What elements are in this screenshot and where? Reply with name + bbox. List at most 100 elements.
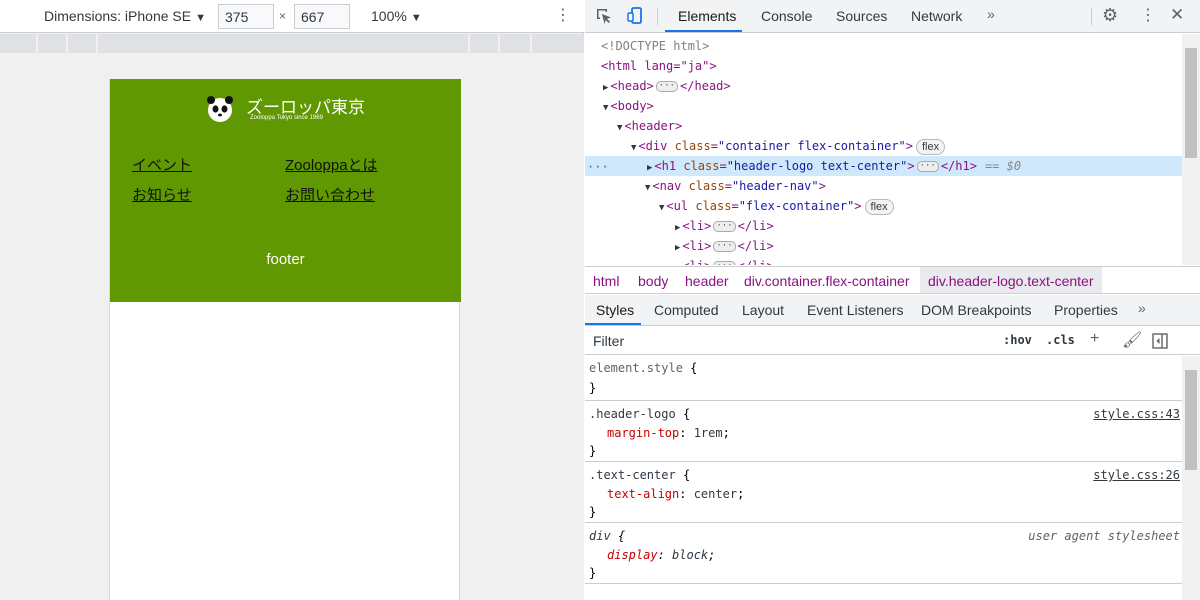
site-logo[interactable]: ズーロッパ東京 Zooloppa Tokyo since 1969 — [206, 93, 386, 127]
nav-link-event[interactable]: イベント — [132, 154, 192, 175]
ellipsis-badge[interactable]: ··· — [713, 221, 736, 232]
tab-elements[interactable]: Elements — [678, 8, 736, 24]
dom-scrollbar[interactable] — [1182, 34, 1200, 265]
dropdown-arrow-icon: ▼ — [410, 12, 422, 24]
more-tabs-icon[interactable]: » — [987, 6, 995, 22]
more-subtabs-icon[interactable]: » — [1138, 300, 1146, 316]
ruler-segment[interactable] — [470, 34, 500, 53]
dom-node-ul[interactable]: ▼ <ul class="flex-container"> flex — [659, 196, 894, 216]
nav-link-about[interactable]: Zooloppaとは — [285, 154, 378, 175]
tab-layout[interactable]: Layout — [742, 302, 784, 318]
tab-network[interactable]: Network — [911, 8, 962, 24]
breadcrumb-header[interactable]: header — [685, 273, 729, 289]
tab-event-listeners[interactable]: Event Listeners — [807, 302, 904, 318]
dom-node-li[interactable]: ▶<li>···</li> — [675, 216, 774, 236]
close-icon[interactable]: ✕ — [1170, 5, 1184, 25]
styles-filter-input[interactable] — [589, 330, 989, 352]
dimensions-select[interactable]: Dimensions: iPhone SE ▼ — [44, 8, 206, 24]
hover-state-button[interactable]: :hov — [1003, 333, 1032, 347]
inspect-element-icon[interactable] — [595, 7, 613, 25]
dom-node-header[interactable]: ▼ <header> — [617, 116, 682, 136]
flex-badge[interactable]: flex — [916, 139, 946, 155]
dom-node-li[interactable]: ▶<li>···</li> — [675, 236, 774, 256]
style-rule-div-ua[interactable]: div { user agent stylesheet display: blo… — [585, 524, 1182, 584]
breadcrumb-div-header-logo[interactable]: div.header-logo.text-center — [920, 267, 1102, 293]
device-viewport[interactable]: ズーロッパ東京 Zooloppa Tokyo since 1969 イベント Z… — [109, 79, 461, 600]
styles-scrollbar[interactable] — [1182, 356, 1200, 600]
tab-computed[interactable]: Computed — [654, 302, 719, 318]
ellipsis-badge[interactable]: ··· — [916, 161, 939, 172]
user-agent-stylesheet-label: user agent stylesheet — [1028, 529, 1180, 543]
more-options-icon[interactable]: ⋮ — [555, 5, 571, 25]
collapse-triangle-icon[interactable]: ▼ — [603, 103, 608, 113]
collapse-triangle-icon[interactable]: ▼ — [659, 203, 664, 213]
dom-node-doctype[interactable]: <!DOCTYPE html> — [601, 36, 709, 56]
scrollbar-thumb[interactable] — [1185, 48, 1197, 158]
settings-gear-icon[interactable]: ⚙ — [1102, 5, 1118, 26]
dom-node-head[interactable]: ▶ <head> ··· </head> — [603, 76, 731, 96]
dom-node-html[interactable]: <html lang="ja"> — [601, 56, 717, 76]
tab-sources[interactable]: Sources — [836, 8, 887, 24]
expand-triangle-icon[interactable]: ▶ — [675, 223, 680, 233]
media-query-ruler[interactable] — [0, 34, 584, 53]
breadcrumb-html[interactable]: html — [593, 273, 619, 289]
add-rule-icon[interactable]: + — [1090, 330, 1099, 348]
active-tab-indicator — [665, 30, 742, 32]
expand-triangle-icon[interactable]: ▶ — [647, 163, 652, 173]
tab-styles[interactable]: Styles — [596, 302, 634, 318]
footer-text: footer — [266, 251, 305, 268]
source-link[interactable]: style.css:43 — [1093, 404, 1180, 424]
paint-brush-icon[interactable]: 🖌 — [1122, 330, 1142, 350]
nav-link-contact[interactable]: お問い合わせ — [285, 184, 375, 205]
divider — [1091, 8, 1092, 25]
dom-node-li[interactable]: ▶<li>···</li> — [675, 256, 774, 265]
source-link[interactable]: style.css:26 — [1093, 465, 1180, 485]
tab-console[interactable]: Console — [761, 8, 812, 24]
panda-logo-icon — [207, 96, 233, 122]
collapse-triangle-icon[interactable]: ▼ — [631, 143, 636, 153]
style-rule-element[interactable]: element.style { } — [585, 356, 1182, 401]
class-toggle-button[interactable]: .cls — [1046, 333, 1075, 347]
device-emulation-pane: Dimensions: iPhone SE▼ × 100%▼ ⋮ — [0, 0, 584, 600]
expand-triangle-icon[interactable]: ▶ — [675, 263, 680, 265]
dom-node-div-container[interactable]: ▼ <div class="container flex-container"> f… — [631, 136, 946, 156]
device-toolbar-toggle-icon[interactable] — [627, 7, 645, 25]
ruler-segment[interactable] — [38, 34, 68, 53]
ruler-segment[interactable] — [68, 34, 98, 53]
styles-pane: element.style { } .header-logo { style.c… — [585, 356, 1182, 600]
expand-triangle-icon[interactable]: ▶ — [603, 83, 608, 93]
devtools-window: Dimensions: iPhone SE▼ × 100%▼ ⋮ — [0, 0, 1200, 600]
device-height-input[interactable] — [294, 4, 350, 29]
collapse-triangle-icon[interactable]: ▼ — [645, 183, 650, 193]
flex-badge[interactable]: flex — [864, 199, 894, 215]
tab-dom-breakpoints[interactable]: DOM Breakpoints — [921, 302, 1031, 318]
ellipsis-badge[interactable]: ··· — [713, 261, 736, 265]
customize-menu-icon[interactable]: ⋮ — [1140, 5, 1156, 25]
collapse-triangle-icon[interactable]: ▼ — [617, 123, 622, 133]
styles-subtabs: Styles Computed Layout Event Listeners D… — [585, 295, 1200, 326]
site-subtitle: Zooloppa Tokyo since 1969 — [250, 115, 323, 121]
device-width-input[interactable] — [218, 4, 274, 29]
node-actions-icon[interactable]: ··· — [587, 160, 609, 174]
times-icon: × — [279, 9, 287, 23]
scrollbar-thumb[interactable] — [1185, 370, 1197, 470]
ruler-segment[interactable] — [0, 34, 38, 53]
dom-node-h1-selected[interactable]: ▶ <h1 class="header-logo text-center"> ···… — [585, 156, 1182, 176]
dom-node-body[interactable]: ▼ <body> — [603, 96, 654, 116]
toggle-sidebar-icon[interactable] — [1152, 333, 1168, 349]
zoom-select[interactable]: 100% ▼ — [371, 8, 422, 24]
expand-triangle-icon[interactable]: ▶ — [675, 243, 680, 253]
breadcrumb-div-container[interactable]: div.container.flex-container — [744, 273, 910, 289]
ruler-segment[interactable] — [500, 34, 532, 53]
style-rule-header-logo[interactable]: .header-logo { style.css:43 margin-top: … — [585, 402, 1182, 462]
breadcrumb-body[interactable]: body — [638, 273, 668, 289]
style-rule-text-center[interactable]: .text-center { style.css:26 text-align: … — [585, 463, 1182, 523]
device-toolbar: Dimensions: iPhone SE▼ × 100%▼ ⋮ — [0, 0, 584, 33]
dom-node-nav[interactable]: ▼ <nav class="header-nav"> — [645, 176, 826, 196]
ellipsis-badge[interactable]: ··· — [655, 81, 679, 92]
tab-properties[interactable]: Properties — [1054, 302, 1118, 318]
ellipsis-badge[interactable]: ··· — [713, 241, 736, 252]
divider — [657, 8, 658, 25]
ruler-segment[interactable] — [98, 34, 470, 53]
nav-link-news[interactable]: お知らせ — [132, 184, 192, 205]
